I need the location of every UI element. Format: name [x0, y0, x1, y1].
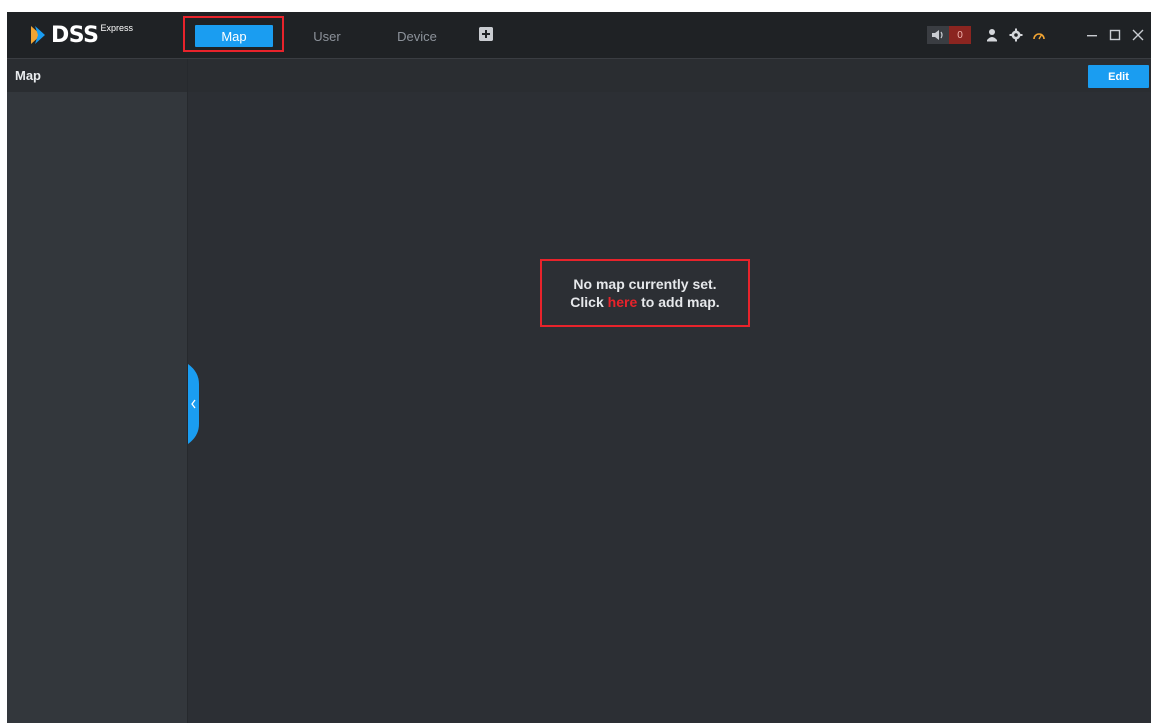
user-icon[interactable] [983, 26, 1001, 44]
sidebar: Map [7, 59, 188, 723]
add-map-link[interactable]: here [608, 294, 638, 310]
title-bar: DSS Express Map User Device 0 [7, 12, 1151, 59]
speaker-icon [927, 26, 949, 44]
add-tab-button[interactable] [479, 27, 493, 41]
edit-button[interactable]: Edit [1088, 65, 1149, 88]
app-name: DSS [51, 22, 99, 48]
empty-map-line1: No map currently set. [573, 276, 717, 292]
close-icon[interactable] [1129, 26, 1147, 44]
alarm-indicator[interactable]: 0 [927, 26, 971, 44]
maximize-icon[interactable] [1106, 26, 1124, 44]
sidebar-collapse-handle[interactable] [188, 364, 199, 444]
sidebar-title: Map [7, 59, 187, 92]
map-toolbar: Edit [188, 59, 1151, 92]
plus-square-icon [479, 27, 493, 41]
app-edition: Express [100, 23, 133, 33]
empty-map-suffix: to add map. [641, 294, 720, 310]
tab-map[interactable]: Map [195, 25, 273, 47]
gauge-icon[interactable] [1030, 26, 1048, 44]
alarm-count-badge: 0 [949, 26, 971, 44]
minimize-icon[interactable] [1083, 26, 1101, 44]
empty-map-line2: Click here to add map. [570, 293, 719, 311]
empty-map-prefix: Click [570, 294, 604, 310]
empty-map-message: No map currently set. Click here to add … [540, 259, 750, 327]
gear-icon[interactable] [1007, 26, 1025, 44]
tab-user[interactable]: User [307, 25, 347, 47]
dss-logo-icon [31, 26, 45, 44]
map-view: Edit [188, 59, 1151, 723]
tab-device[interactable]: Device [387, 25, 447, 47]
chevron-left-icon [188, 364, 199, 444]
app-logo: DSS Express [29, 22, 133, 48]
dss-express-window: 11443 11443 11443 11443 11443 11443 1144… [7, 12, 1151, 723]
